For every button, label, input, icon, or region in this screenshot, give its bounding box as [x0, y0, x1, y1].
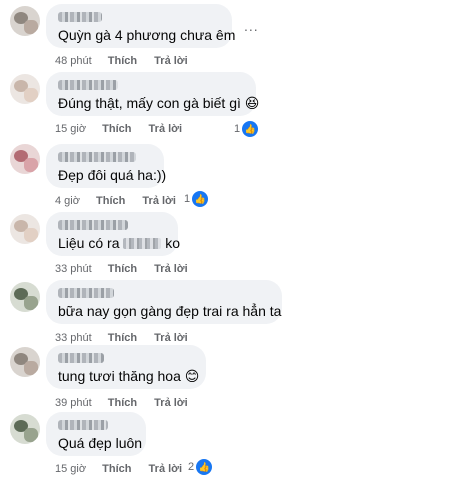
reply-button[interactable]: Trả lời [149, 123, 183, 135]
like-button[interactable]: Thích [108, 397, 137, 409]
thumbs-up-icon: 👍 [196, 459, 213, 475]
like-button[interactable]: Thích [108, 263, 137, 275]
comment-actions: 15 giờ Thích Trả lời [55, 463, 196, 475]
avatar[interactable] [10, 144, 40, 174]
avatar[interactable] [10, 414, 40, 444]
reply-button[interactable]: Trả lời [154, 263, 188, 275]
like-button[interactable]: Thích [108, 55, 137, 67]
comment-actions: 33 phút Thích Trả lời [55, 263, 202, 275]
blurred-author-name[interactable] [58, 353, 104, 363]
comment-time[interactable]: 33 phút [55, 263, 92, 275]
like-button[interactable]: Thích [102, 463, 131, 475]
reply-button[interactable]: Trả lời [154, 55, 188, 67]
like-button[interactable]: Thích [108, 332, 137, 344]
laughing-emoji-icon: 😆 [244, 95, 260, 111]
thumbs-up-icon: 👍 [242, 121, 259, 137]
reaction-number: 1 [184, 193, 191, 205]
comment-actions: 15 giờ Thích Trả lời [55, 123, 196, 135]
thumbs-up-icon: 👍 [192, 191, 209, 207]
reply-button[interactable]: Trả lời [142, 195, 176, 207]
more-options-icon[interactable]: ... [244, 18, 259, 34]
comment-text: Đẹp đôi quá ha:)) [58, 167, 167, 183]
comment-bubble: Đúng thật, mấy con gà biết gì 😆 [46, 72, 259, 116]
avatar[interactable] [10, 214, 40, 244]
reaction-count[interactable]: 1 👍 [184, 191, 209, 207]
comment-time[interactable]: 39 phút [55, 397, 92, 409]
comment-time[interactable]: 15 giờ [55, 463, 86, 475]
reaction-number: 2 [188, 461, 195, 473]
comment-bubble: Đẹp đôi quá ha:)) [46, 144, 167, 188]
reply-button[interactable]: Trả lời [154, 397, 188, 409]
comment-time[interactable]: 15 giờ [55, 123, 86, 135]
comment-text: Quá đẹp luôn [58, 435, 143, 451]
avatar[interactable] [10, 74, 40, 104]
comment-time[interactable]: 33 phút [55, 332, 92, 344]
blurred-author-name[interactable] [58, 288, 114, 298]
comment-actions: 39 phút Thích Trả lời [55, 397, 202, 409]
comment-actions: 48 phút Thích Trả lời [55, 55, 202, 67]
comment-text: Liệu có ra [58, 235, 120, 251]
reaction-count[interactable]: 2 👍 [188, 459, 213, 475]
blurred-author-name[interactable] [58, 420, 108, 430]
blurred-author-name[interactable] [58, 12, 102, 22]
comment-text: tung tươi thăng hoa [58, 368, 181, 384]
comment-bubble: tung tươi thăng hoa 😊 [46, 345, 206, 389]
comment-actions: 4 giờ Thích Trả lời [55, 195, 190, 207]
reply-button[interactable]: Trả lời [154, 332, 188, 344]
comment-time[interactable]: 4 giờ [55, 195, 80, 207]
like-button[interactable]: Thích [96, 195, 125, 207]
blurred-word [123, 238, 162, 249]
comment-time[interactable]: 48 phút [55, 55, 92, 67]
blurred-author-name[interactable] [58, 80, 118, 90]
avatar[interactable] [10, 6, 40, 36]
blurred-author-name[interactable] [58, 152, 136, 162]
comment-text: bữa nay gọn gàng đẹp trai ra hẳn ta [58, 303, 282, 319]
reaction-count[interactable]: 1 👍 [234, 121, 259, 137]
reaction-number: 1 [234, 123, 241, 135]
comment-actions: 33 phút Thích Trả lời [55, 332, 202, 344]
avatar[interactable] [10, 347, 40, 377]
comment-bubble: Quá đẹp luôn [46, 412, 146, 456]
avatar[interactable] [10, 282, 40, 312]
like-button[interactable]: Thích [102, 123, 131, 135]
reply-button[interactable]: Trả lời [149, 463, 183, 475]
comment-bubble: Liệu có ra ko [46, 212, 181, 256]
blurred-author-name[interactable] [58, 220, 128, 230]
smiling-emoji-icon: 😊 [184, 368, 200, 384]
comment-text: Đúng thật, mấy con gà biết gì [58, 95, 241, 111]
comment-bubble: bữa nay gọn gàng đẹp trai ra hẳn ta [46, 280, 282, 324]
comment-text: Quỳn gà 4 phương chưa êm [58, 27, 236, 43]
comment-bubble: Quỳn gà 4 phương chưa êm [46, 4, 236, 48]
comment-text-end: ko [165, 235, 181, 251]
